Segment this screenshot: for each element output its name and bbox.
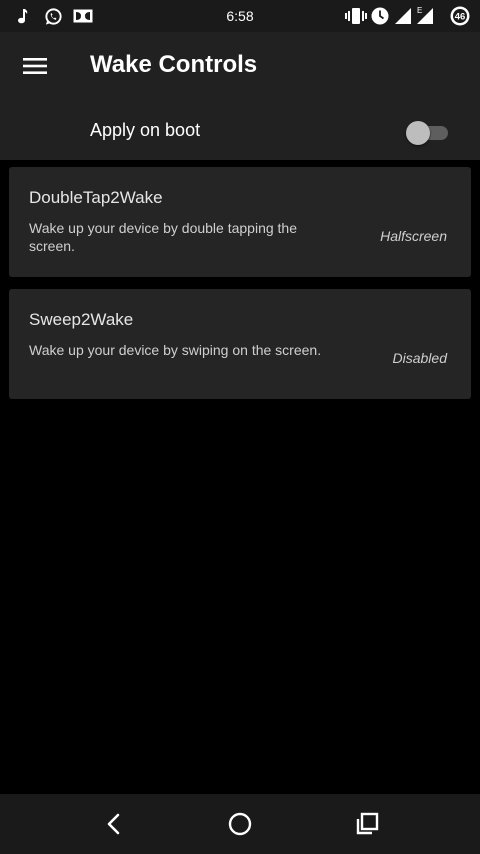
- battery-level: 46: [455, 12, 466, 23]
- dolby-icon: [72, 0, 94, 32]
- home-icon: [228, 812, 252, 836]
- apply-on-boot-switch[interactable]: [406, 118, 448, 146]
- home-button[interactable]: [210, 804, 270, 844]
- alarm-clock-icon: [368, 0, 392, 32]
- app-bar: Wake Controls Apply on boot: [0, 32, 480, 160]
- card-description: Wake up your device by swiping on the sc…: [29, 342, 322, 358]
- vibrate-icon: [344, 0, 368, 32]
- apply-on-boot-row[interactable]: Apply on boot: [0, 104, 480, 160]
- status-time: 6:58: [226, 8, 254, 24]
- apply-on-boot-label: Apply on boot: [90, 120, 201, 140]
- hamburger-menu-icon: [23, 58, 47, 74]
- card-value: Halfscreen: [380, 228, 447, 244]
- card-value: Disabled: [392, 350, 447, 366]
- mobile-data-signal-icon: [414, 0, 436, 32]
- recents-button[interactable]: [337, 804, 397, 844]
- card-title: DoubleTap2Wake: [29, 188, 163, 207]
- menu-button[interactable]: [12, 46, 58, 86]
- card-title: Sweep2Wake: [29, 310, 134, 329]
- status-bar: 6:58 E 46: [0, 0, 480, 32]
- navigation-bar: [0, 794, 480, 854]
- doubletap2wake-card[interactable]: DoubleTap2Wake Wake up your device by do…: [9, 167, 471, 277]
- recents-icon: [356, 812, 379, 835]
- back-button[interactable]: [83, 804, 143, 844]
- music-note-icon: [14, 0, 32, 32]
- page-title: Wake Controls: [90, 51, 258, 78]
- signal-icon: [392, 0, 414, 32]
- whatsapp-icon: [42, 0, 64, 32]
- battery-icon: 46: [448, 0, 472, 32]
- switch-thumb: [406, 121, 430, 145]
- back-icon: [107, 813, 120, 835]
- sweep2wake-card[interactable]: Sweep2Wake Wake up your device by swipin…: [9, 289, 471, 399]
- card-description: Wake up your device by double tapping th…: [29, 220, 297, 254]
